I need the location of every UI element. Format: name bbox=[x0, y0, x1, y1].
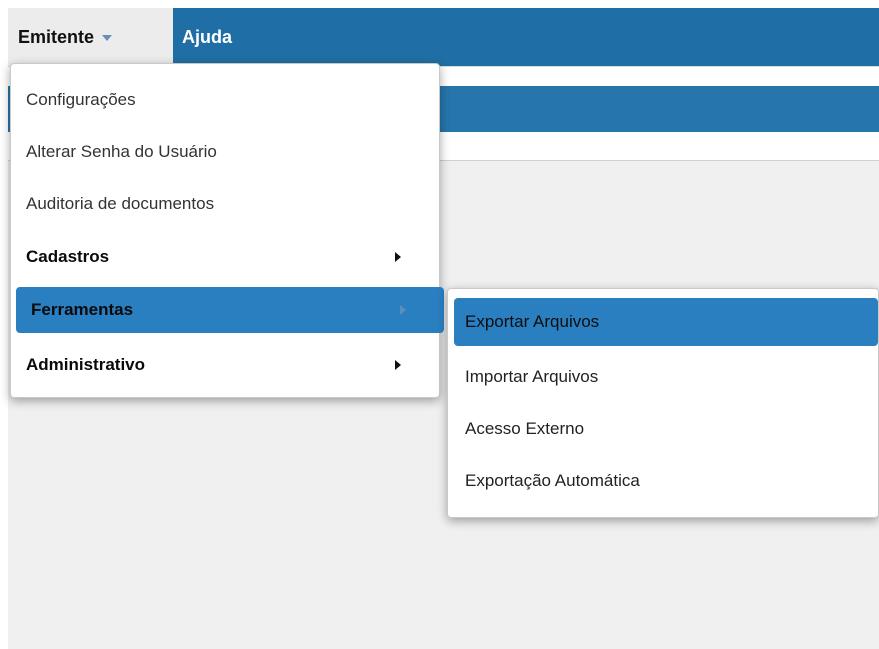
menu-item-label: Auditoria de documentos bbox=[26, 194, 215, 213]
submenu-item-importar-arquivos[interactable]: Importar Arquivos bbox=[448, 353, 878, 401]
menu-emitente-label: Emitente bbox=[18, 26, 95, 47]
menu-item-alterar-senha[interactable]: Alterar Senha do Usuário bbox=[11, 129, 439, 175]
ferramentas-submenu: Exportar Arquivos Importar Arquivos Aces… bbox=[447, 288, 879, 518]
submenu-item-label: Exportar Arquivos bbox=[465, 312, 600, 331]
submenu-item-exportar-arquivos[interactable]: Exportar Arquivos bbox=[454, 298, 878, 346]
menu-item-label: Cadastros bbox=[26, 247, 110, 266]
chevron-right-icon bbox=[400, 305, 406, 315]
menu-item-cadastros[interactable]: Cadastros bbox=[11, 234, 439, 280]
menu-item-label: Configurações bbox=[26, 90, 136, 109]
menu-item-configuracoes[interactable]: Configurações bbox=[11, 77, 439, 123]
menu-emitente[interactable]: Emitente bbox=[8, 8, 173, 66]
chevron-right-icon bbox=[395, 360, 401, 370]
menu-item-administrativo[interactable]: Administrativo bbox=[11, 342, 439, 388]
menu-item-label: Ferramentas bbox=[31, 300, 134, 319]
submenu-item-label: Exportação Automática bbox=[465, 471, 640, 490]
submenu-item-label: Importar Arquivos bbox=[465, 367, 599, 386]
caret-down-icon bbox=[102, 35, 113, 41]
submenu-item-exportacao-automatica[interactable]: Exportação Automática bbox=[448, 457, 878, 505]
menu-item-ferramentas[interactable]: Ferramentas bbox=[16, 287, 444, 333]
submenu-item-acesso-externo[interactable]: Acesso Externo bbox=[448, 405, 878, 453]
chevron-right-icon bbox=[395, 252, 401, 262]
menu-item-label: Alterar Senha do Usuário bbox=[26, 142, 217, 161]
submenu-item-label: Acesso Externo bbox=[465, 419, 585, 438]
emitente-dropdown-menu: Configurações Alterar Senha do Usuário A… bbox=[10, 63, 444, 398]
menu-item-auditoria[interactable]: Auditoria de documentos bbox=[11, 181, 439, 227]
menu-ajuda[interactable]: Ajuda bbox=[182, 8, 232, 66]
menu-item-label: Administrativo bbox=[26, 355, 146, 374]
